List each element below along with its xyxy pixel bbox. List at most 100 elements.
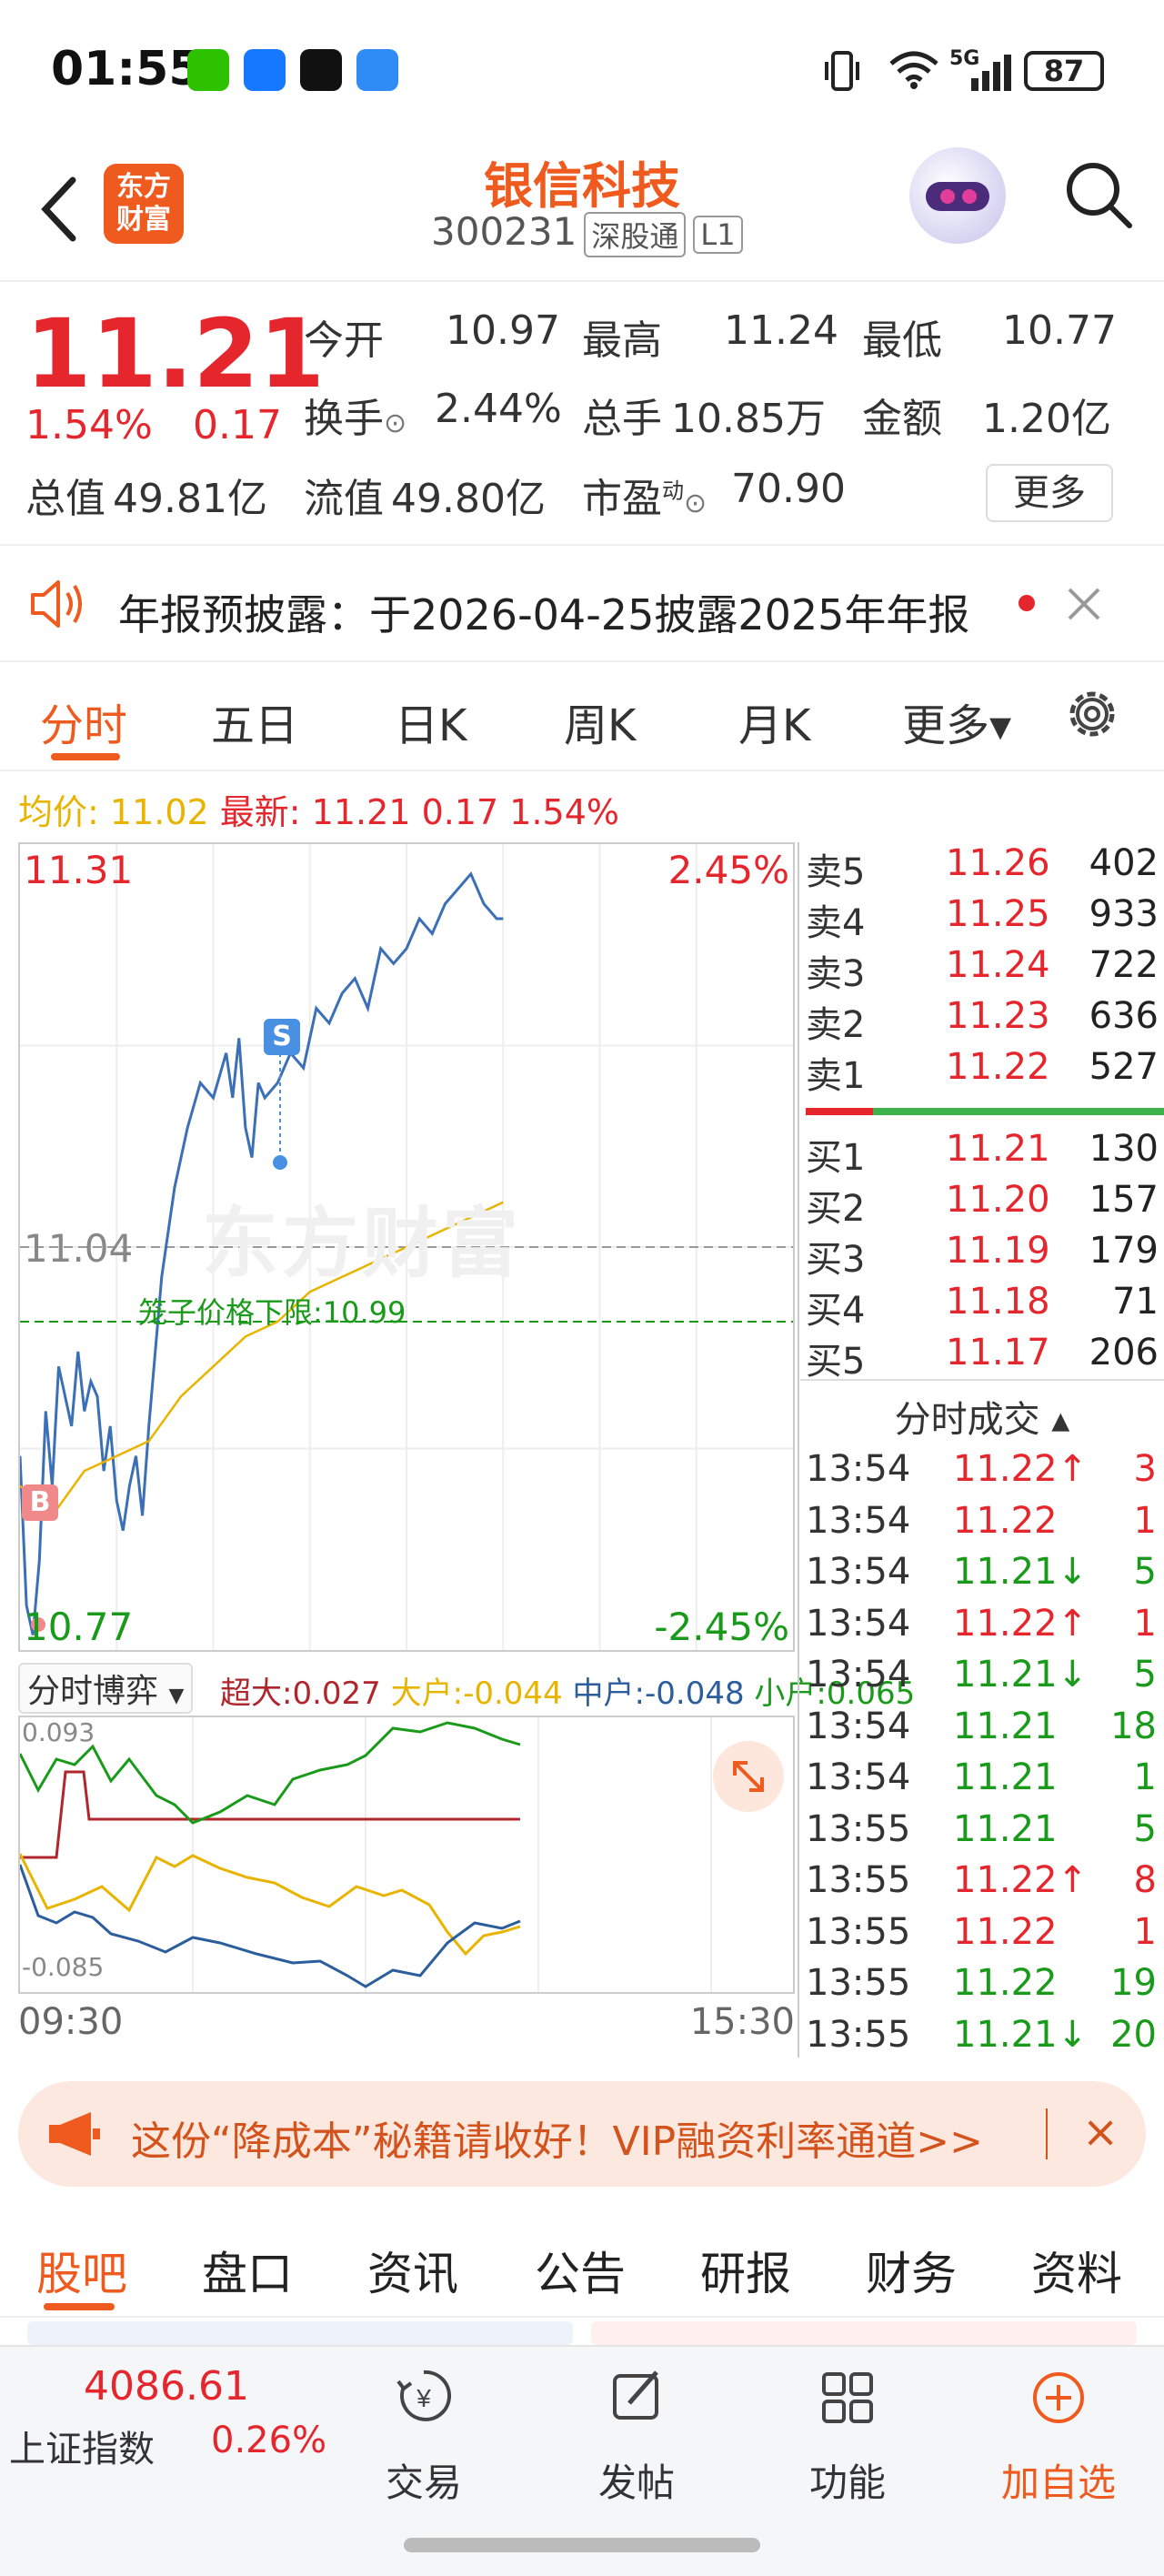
sell-marker[interactable]: S — [264, 1019, 300, 1055]
status-bar: 01:55 5G 87 — [0, 0, 1164, 136]
pe-sup: 动 — [662, 478, 684, 504]
trade-row: 13:55 11.22 1 — [800, 1911, 1164, 1962]
y-top-price: 11.31 — [24, 848, 134, 892]
intraday-chart[interactable]: 11.31 2.45% 11.04 10.77 -2.45% 笼子价格下限:10… — [18, 842, 795, 1652]
chart-tabs: 分时 五日 日K 周K 月K 更多▾ — [0, 662, 1164, 771]
trade-time: 13:55 — [806, 1859, 911, 1901]
wechat-icon — [187, 49, 229, 91]
tab-profile[interactable]: 资料 — [1031, 2238, 1122, 2303]
notice-bar[interactable]: 年报预披露：于2026-04-25披露2025年年报 — [0, 546, 1164, 662]
bid-row[interactable]: 买4 11.18 71 — [800, 1281, 1164, 1332]
bid-row[interactable]: 买1 11.21 130 — [800, 1128, 1164, 1179]
ask-volume: 933 — [1089, 893, 1159, 935]
time-start: 09:30 — [18, 2001, 124, 2043]
trade-price: 11.22↑ — [953, 1859, 1089, 1901]
trades-title[interactable]: 分时成交 ▴ — [800, 1390, 1164, 1443]
avg-value: 11.02 — [109, 792, 209, 832]
tab-financials[interactable]: 财务 — [866, 2238, 957, 2303]
last-value: 11.21 — [311, 792, 411, 832]
trade-time: 13:55 — [806, 1910, 911, 1953]
trade-time: 13:54 — [806, 1499, 911, 1542]
sell-point — [273, 1155, 287, 1170]
mktcap-label: 总值 — [25, 476, 105, 522]
current-price: 11.21 — [25, 298, 325, 409]
tab-announcements[interactable]: 公告 — [535, 2238, 626, 2303]
tab-monthly-k[interactable]: 月K — [738, 689, 810, 753]
avg-label: 均价: — [18, 792, 99, 832]
grid-icon — [822, 2372, 873, 2423]
btab-active-indicator — [44, 2303, 115, 2310]
trade-price: 11.22 — [953, 1499, 1058, 1542]
limit-label: 笼子价格下限:10.99 — [138, 1295, 406, 1330]
close-icon[interactable] — [1066, 586, 1102, 622]
tab-news[interactable]: 资讯 — [367, 2238, 458, 2303]
bid-ask-ratio-bar — [806, 1108, 1164, 1115]
trade-volume: 20 — [1110, 2013, 1157, 2056]
capital-flow-chart[interactable]: 0.093 -0.085 — [18, 1716, 795, 1994]
bid-volume: 206 — [1089, 1332, 1159, 1374]
pe-label[interactable]: 市盈动⊙ — [582, 466, 707, 524]
functions-button[interactable]: 功能 — [775, 2365, 920, 2511]
sub-chart-title: 分时博弈 — [27, 1673, 159, 1710]
tab-weekly-k[interactable]: 周K — [564, 689, 636, 753]
trade-row: 13:55 11.22 19 — [800, 1962, 1164, 2013]
ask-row[interactable]: 卖2 11.23 636 — [800, 995, 1164, 1046]
promo-divider — [1046, 2108, 1048, 2159]
settings-icon[interactable] — [1062, 684, 1122, 744]
ask-row[interactable]: 卖3 11.24 722 — [800, 944, 1164, 995]
buy-marker[interactable]: B — [22, 1484, 58, 1521]
promo-close-icon[interactable]: × — [1082, 2107, 1119, 2158]
bid-volume: 179 — [1089, 1230, 1159, 1272]
speaker-icon — [31, 580, 82, 628]
tab-intraday[interactable]: 分时 — [40, 689, 127, 753]
tab-pankou[interactable]: 盘口 — [202, 2238, 293, 2303]
add-watchlist-button[interactable]: 加自选 — [986, 2365, 1131, 2511]
megaphone-icon — [49, 2112, 100, 2156]
tab-daily-k[interactable]: 日K — [395, 689, 467, 753]
tab-five-day[interactable]: 五日 — [211, 689, 298, 753]
trade-time: 13:54 — [806, 1448, 911, 1490]
tab-more[interactable]: 更多▾ — [902, 689, 1011, 753]
bid-row[interactable]: 买2 11.20 157 — [800, 1179, 1164, 1230]
wifi-icon — [889, 51, 938, 89]
tab-research[interactable]: 研报 — [700, 2238, 791, 2303]
bid-row[interactable]: 买5 11.17 206 — [800, 1332, 1164, 1383]
turnover-value: 2.44% — [435, 386, 562, 432]
trade-row: 13:55 11.21 5 — [800, 1808, 1164, 1859]
series-big — [18, 1853, 521, 1957]
series-small — [18, 1721, 521, 1825]
index-change: 0.26% — [211, 2420, 327, 2461]
trade-row: 13:54 11.22↑ 3 — [800, 1448, 1164, 1499]
ask-price: 11.25 — [946, 893, 1050, 935]
trade-time: 13:55 — [806, 1962, 911, 2004]
bid-label: 买5 — [806, 1341, 866, 1383]
sub-chart-selector[interactable]: 分时博弈 ▼ — [18, 1663, 194, 1714]
promo-banner[interactable]: 这份“降成本”秘籍请收好！VIP融资利率通道>> × — [18, 2081, 1146, 2187]
tab-active-indicator — [51, 753, 120, 760]
time-end: 15:30 — [689, 2001, 795, 2043]
ask-row[interactable]: 卖4 11.25 933 — [800, 893, 1164, 944]
ai-assistant-icon[interactable] — [909, 147, 1006, 244]
y-top-pct: 2.45% — [667, 848, 789, 892]
more-button[interactable]: 更多 — [986, 464, 1113, 522]
trade-volume: 19 — [1110, 1962, 1157, 2004]
tab-guba[interactable]: 股吧 — [36, 2238, 127, 2303]
post-button[interactable]: 发帖 — [564, 2365, 709, 2511]
ask-price: 11.23 — [946, 995, 1050, 1037]
trade-button[interactable]: ¥ 交易 — [351, 2365, 497, 2511]
bid-price: 11.18 — [946, 1281, 1050, 1323]
post-label: 发帖 — [597, 2460, 675, 2505]
turnover-label[interactable]: 换手⊙ — [304, 386, 406, 444]
ask-row[interactable]: 卖5 11.26 402 — [800, 842, 1164, 893]
ask-row[interactable]: 卖1 11.22 527 — [800, 1046, 1164, 1097]
trade-time: 13:54 — [806, 1602, 911, 1645]
expand-icon[interactable] — [713, 1741, 784, 1812]
trade-volume: 1 — [1133, 1602, 1157, 1645]
trade-volume: 8 — [1133, 1859, 1157, 1901]
avg-info-line: 均价: 11.02 最新: 11.21 0.17 1.54% — [18, 784, 619, 834]
search-icon[interactable] — [1062, 158, 1135, 231]
last-pct: 1.54% — [509, 792, 620, 832]
high-value: 11.24 — [724, 307, 838, 354]
trade-price: 11.21↓ — [953, 1551, 1089, 1593]
bid-row[interactable]: 买3 11.19 179 — [800, 1230, 1164, 1281]
